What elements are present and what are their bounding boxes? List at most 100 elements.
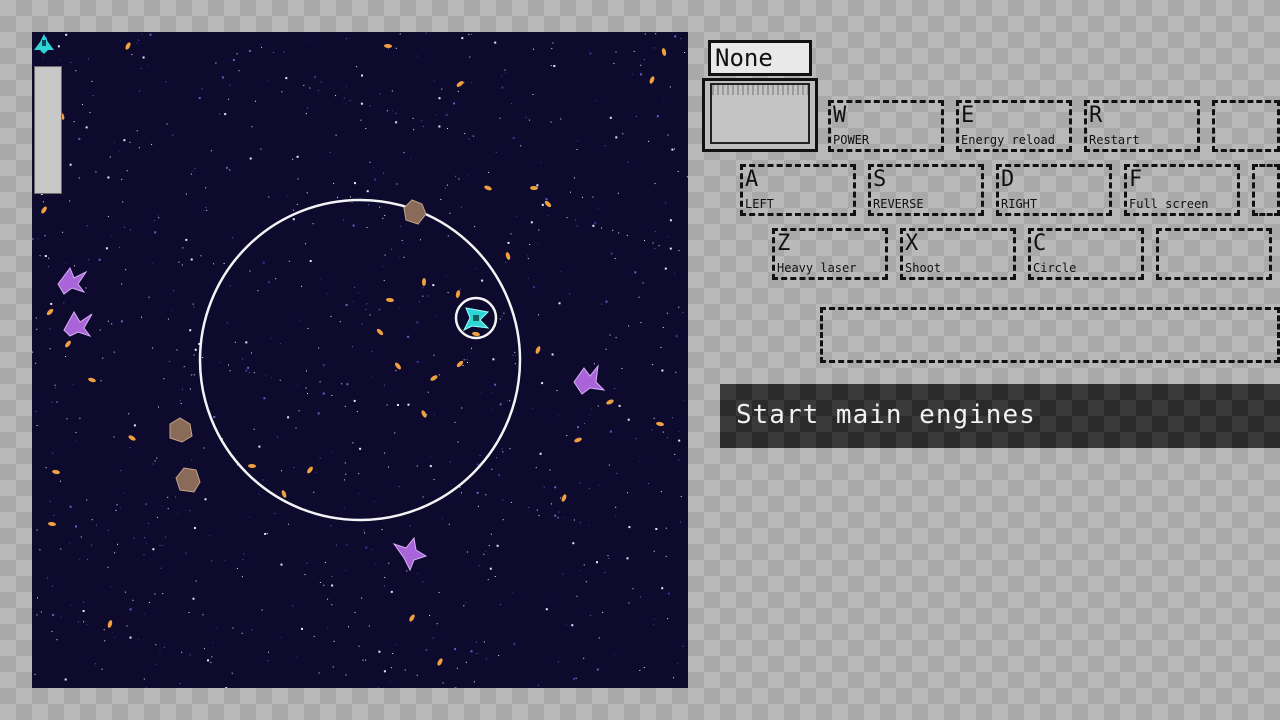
star [50,302,53,305]
key-empty-12[interactable] [1156,228,1272,280]
star [609,334,611,336]
bullet [544,200,552,208]
star [185,238,188,241]
star [343,97,345,99]
bullet [530,185,538,191]
star [293,467,295,468]
star [160,567,162,569]
star [99,329,101,331]
star [123,139,126,142]
star [537,243,538,245]
star [674,453,676,455]
key-c[interactable]: C Circle [1028,228,1144,280]
star [295,427,297,429]
star [161,505,163,507]
star [483,553,485,555]
star [163,646,165,648]
bullet [248,463,256,469]
star [153,220,155,222]
bullet [386,297,394,303]
star [558,302,561,305]
star [658,245,660,247]
star [301,285,302,287]
star [580,570,582,572]
star [535,467,537,469]
star [634,271,637,274]
star [56,639,58,641]
star [241,632,243,634]
star [678,459,680,461]
star [509,448,511,450]
star [615,506,617,508]
key-r[interactable]: R Restart [1084,100,1200,152]
key-x[interactable]: X Shoot [900,228,1016,280]
star [331,584,334,587]
key-e[interactable]: E Energy reload [956,100,1072,152]
star [136,130,138,132]
star [538,684,539,686]
star [236,567,238,569]
star [488,171,490,173]
star [528,277,529,279]
star [403,152,405,154]
star [315,471,317,473]
star [491,468,493,470]
star [466,359,468,361]
star [575,677,577,679]
bullet [421,278,427,286]
star [44,235,46,237]
star [440,199,442,200]
star [402,242,404,244]
key-d[interactable]: D RIGHT [996,164,1112,216]
key-w[interactable]: W POWER [828,100,944,152]
star [213,416,216,418]
star [642,282,644,284]
star [40,611,42,613]
star [396,183,398,185]
star [480,392,482,394]
star [485,658,487,660]
star [483,641,485,643]
star [136,42,138,44]
star [461,407,463,409]
key-a[interactable]: A LEFT [740,164,856,216]
star [82,601,84,603]
key-empty-8[interactable] [1252,164,1280,216]
game-playfield[interactable] [32,32,688,688]
star [529,244,531,245]
star [189,388,191,390]
star [369,161,371,163]
key-empty-3[interactable] [1212,100,1280,152]
star [297,178,299,180]
key-z[interactable]: Z Heavy laser [772,228,888,280]
star [130,229,131,231]
star [527,258,529,260]
star [384,254,386,256]
star [495,151,497,153]
star [447,235,449,237]
star [628,325,630,327]
star [640,73,642,76]
star [361,597,363,599]
star [94,663,96,665]
star [626,234,628,236]
key-f[interactable]: F Full screen [1124,164,1240,216]
star [327,598,329,600]
star [59,59,61,61]
energy-bar-fill [35,67,61,193]
energy-bar [34,66,62,194]
star [138,147,140,149]
star [103,629,105,631]
star [119,506,121,508]
weapon-selector[interactable]: None [702,40,818,152]
star [386,110,388,112]
star [350,196,351,198]
star [653,417,655,419]
star [91,80,93,82]
star [285,77,288,80]
star [212,642,214,644]
star [253,428,255,430]
star [104,640,106,642]
key-s[interactable]: S REVERSE [868,164,984,216]
star [205,207,207,209]
